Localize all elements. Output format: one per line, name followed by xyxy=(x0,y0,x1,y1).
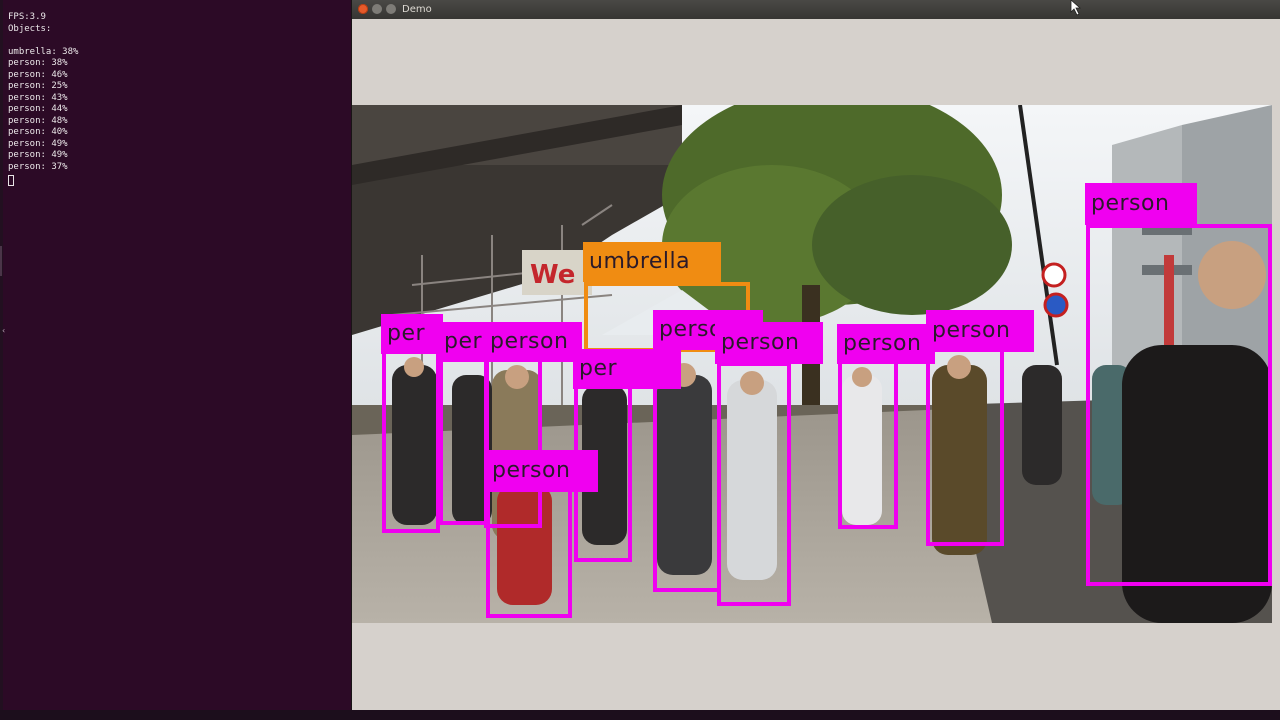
terminal-panel[interactable]: FPS:3.9 Objects: umbrella: 38% person: 38% p… xyxy=(0,0,352,720)
terminal-line: person: 46% xyxy=(8,69,68,80)
terminal-line: person: 37% xyxy=(8,161,68,172)
terminal-line: person: 38% xyxy=(8,58,68,68)
terminal-cursor xyxy=(8,175,14,186)
person-bounding-box xyxy=(486,488,572,618)
chevron-left-icon[interactable]: ‹ xyxy=(2,326,6,336)
mouse-pointer-icon xyxy=(1070,0,1082,16)
window-titlebar[interactable]: Demo xyxy=(352,0,1280,19)
person-bounding-box xyxy=(838,357,898,529)
terminal-line-fps: FPS:3.9 xyxy=(8,12,46,22)
terminal-line: person: 43% xyxy=(8,92,68,103)
terminal-line-objects: Objects: xyxy=(8,23,52,34)
terminal-output: FPS:3.9 Objects: umbrella: 38% person: 38% p… xyxy=(8,12,78,173)
window-title: Demo xyxy=(402,4,432,15)
person-detection-label: person xyxy=(926,310,1034,352)
person-bounding-box xyxy=(574,384,632,562)
person-detection-label: person xyxy=(1085,183,1197,225)
person-bounding-box xyxy=(382,345,440,533)
store-sign-text: We xyxy=(530,260,575,290)
terminal-line: person: 48% xyxy=(8,115,68,126)
person-detection-label: person xyxy=(484,322,582,362)
terminal-line: person: 25% xyxy=(8,81,68,91)
terminal-line: umbrella: 38% xyxy=(8,46,79,57)
person-bounding-box xyxy=(1086,224,1272,586)
terminal-line: person: 40% xyxy=(8,127,68,137)
person-detection-label: per xyxy=(381,314,443,354)
close-button[interactable] xyxy=(358,4,368,14)
terminal-line: person: 49% xyxy=(8,150,68,160)
launcher-edge-handle[interactable] xyxy=(0,246,2,276)
person-bounding-box xyxy=(653,346,721,592)
umbrella-detection-label: umbrella xyxy=(583,242,721,282)
person-bounding-box xyxy=(717,362,791,606)
person-detection-label: person xyxy=(837,324,935,364)
terminal-line: person: 49% xyxy=(8,138,68,149)
terminal-edge xyxy=(0,0,3,720)
person-detection-label: person xyxy=(715,322,823,364)
minimize-button[interactable] xyxy=(372,4,382,14)
terminal-line: person: 44% xyxy=(8,104,68,114)
person-bounding-box xyxy=(926,346,1004,546)
maximize-button[interactable] xyxy=(386,4,396,14)
person-bounding-box xyxy=(439,353,489,525)
desktop-bottom-strip xyxy=(0,710,1280,720)
